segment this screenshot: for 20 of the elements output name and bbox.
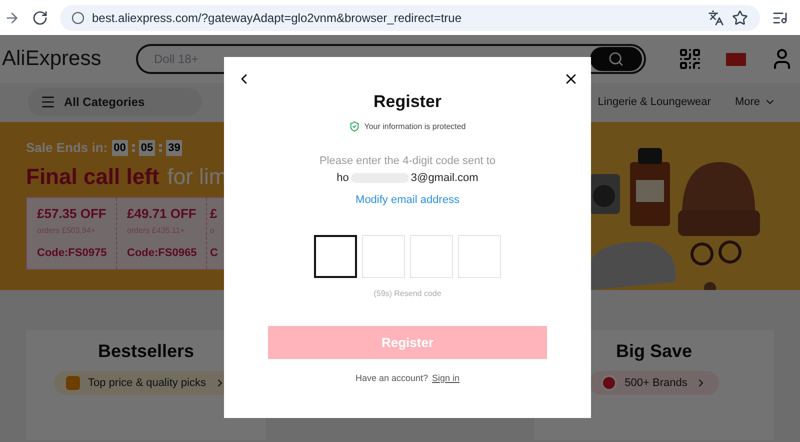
countdown-digits: 39 [166, 140, 182, 156]
coupon-amount: £49.71 OFF [127, 204, 196, 222]
countdown-digits: 00 [112, 140, 128, 156]
countdown-digits: 05 [138, 140, 156, 156]
coupon-amount: £ [210, 204, 218, 222]
headline: Final call left [26, 162, 160, 190]
dialog-title: Register [373, 91, 442, 113]
coupon-code: C [210, 246, 218, 261]
protection-note: Your information is protected [364, 120, 466, 132]
url-text: best.aliexpress.com/?gatewayAdapt=glo2vnm&browser_redirect=true [92, 10, 463, 26]
coupon-code: Code:FS0965 [127, 246, 197, 261]
account-prompt: Have an account? [355, 372, 428, 385]
code-prompt: Please enter the 4-digit code sent to [319, 154, 496, 168]
coupon-amount: £57.35 OFF [37, 204, 106, 222]
card-title: Big Save [616, 340, 692, 363]
sale-ends-label: Sale Ends in: [26, 139, 108, 157]
coupon-code: Code:FS0975 [37, 246, 107, 261]
card-title: Bestsellers [98, 340, 194, 363]
email-start: ho [336, 171, 349, 186]
email-end: 3@gmail.com [410, 171, 478, 186]
